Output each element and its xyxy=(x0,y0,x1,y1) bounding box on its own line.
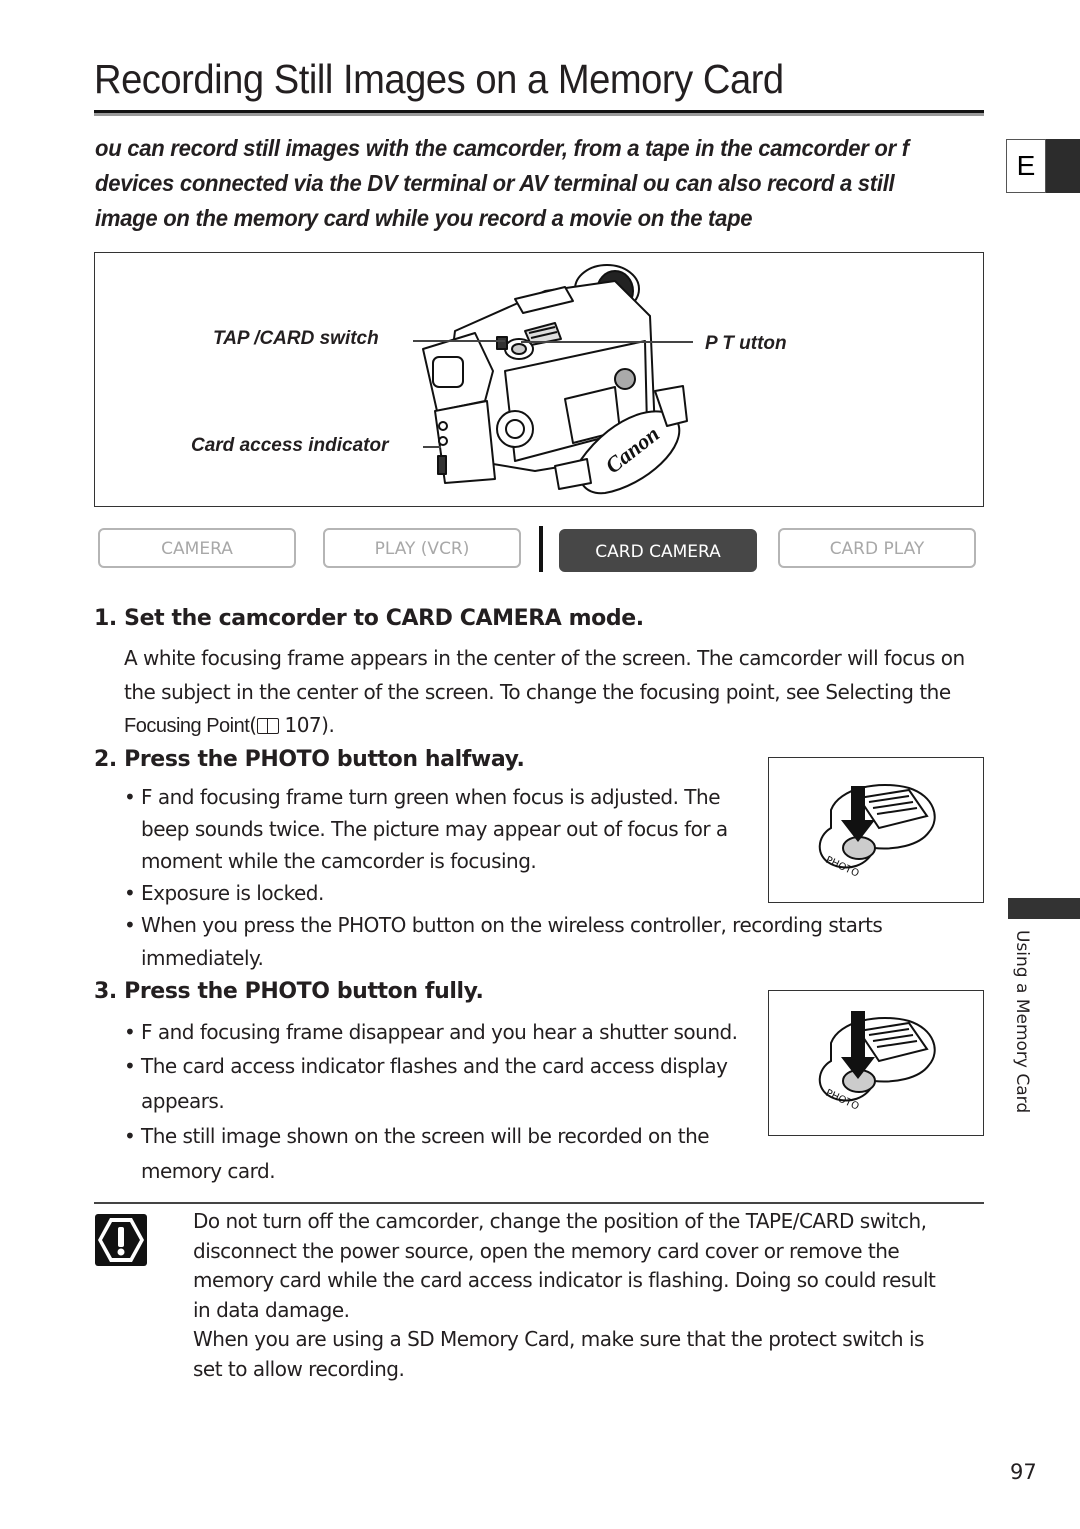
book-icon xyxy=(256,718,279,734)
step-2-heading: 2. Press the PHOTO button halfway. xyxy=(94,747,525,772)
card-access-indicator-leader xyxy=(423,446,441,448)
tape-card-switch-label: TAP /CARD switch xyxy=(213,328,379,349)
step-3-heading: 3. Press the PHOTO button fully. xyxy=(94,979,484,1004)
mode-divider xyxy=(539,526,543,572)
intro-line: ou can record still images with the camc… xyxy=(95,135,909,161)
section-tab-label: Using a Memory Card xyxy=(1012,930,1032,1114)
step-2-bullet-cont: moment while the camcorder is focusing. xyxy=(141,849,537,873)
caution-line: disconnect the power source, open the me… xyxy=(193,1238,900,1263)
step-3-bullet: The card access indicator flashes and th… xyxy=(124,1054,728,1078)
caution-line: When you are using a SD Memory Card, mak… xyxy=(193,1327,924,1351)
photo-button-icon: PHOTO xyxy=(818,784,936,880)
photo-button-icon: PHOTO xyxy=(818,1011,936,1113)
mode-camera: CAMERA xyxy=(98,528,296,568)
step-2-bullet: F and focusing frame turn green when foc… xyxy=(124,785,721,809)
photo-button-leader xyxy=(521,341,693,343)
step-1-heading: 1. Set the camcorder to CARD CAMERA mode… xyxy=(94,606,644,631)
step-3-bullet: The still image shown on the screen will… xyxy=(124,1124,710,1148)
step-2-bullet-cont: immediately. xyxy=(141,946,264,970)
page-title: Recording Still Images on a Memory Card xyxy=(94,56,784,102)
caution-line: in data damage. xyxy=(193,1297,350,1322)
photo-fully-illustration: PHOTO xyxy=(768,990,984,1136)
caution-icon xyxy=(95,1214,147,1266)
card-access-indicator-label: Card access indicator xyxy=(191,435,389,456)
reference-link[interactable]: Focusing Point xyxy=(124,715,250,737)
intro-line: image on the memory card while you recor… xyxy=(95,205,753,231)
caution-divider xyxy=(94,1202,984,1204)
tape-card-switch-leader xyxy=(413,340,505,342)
photo-button-label: P T utton xyxy=(705,333,787,354)
step-1-text: A white focusing frame appears in the ce… xyxy=(124,646,965,670)
camcorder-figure: Canon TAP /CARD switch P T utton Card ac… xyxy=(94,252,984,507)
step-3-bullet-cont: appears. xyxy=(141,1089,225,1113)
step-3-bullet-cont: memory card. xyxy=(141,1159,276,1183)
section-tab-bar xyxy=(1008,898,1080,919)
camcorder-illustration: Canon xyxy=(422,264,688,495)
step-3-bullet: F and focusing frame disappear and you h… xyxy=(124,1020,738,1044)
mode-card-camera: CARD CAMERA xyxy=(559,529,757,572)
step-1-reference: Focusing Point( 107). xyxy=(124,713,335,737)
intro-line: devices connected via the DV terminal or… xyxy=(95,170,895,196)
caution-line: memory card while the card access indica… xyxy=(193,1268,936,1292)
mode-play-vcr: PLAY (VCR) xyxy=(323,528,521,568)
step-2-bullet: Exposure is locked. xyxy=(124,881,324,905)
caution-note: Do not turn off the camcorder, change th… xyxy=(193,1207,983,1384)
step-2-bullet: When you press the PHOTO button on the w… xyxy=(124,913,883,937)
mode-card-play: CARD PLAY xyxy=(778,528,976,568)
caution-line: set to allow recording. xyxy=(193,1356,405,1381)
caution-line: Do not turn off the camcorder, change th… xyxy=(193,1209,927,1233)
photo-halfway-illustration: PHOTO xyxy=(768,757,984,903)
step-1-text: the subject in the center of the screen.… xyxy=(124,680,951,704)
title-underline xyxy=(94,110,984,116)
language-tab: E xyxy=(1006,139,1046,193)
page-number: 97 xyxy=(1010,1460,1037,1484)
step-2-bullet-cont: beep sounds twice. The picture may appea… xyxy=(141,817,728,841)
mode-indicator-bar: CAMERA PLAY (VCR) CARD CAMERA CARD PLAY xyxy=(96,526,982,574)
intro-paragraph: ou can record still images with the camc… xyxy=(95,131,1036,236)
